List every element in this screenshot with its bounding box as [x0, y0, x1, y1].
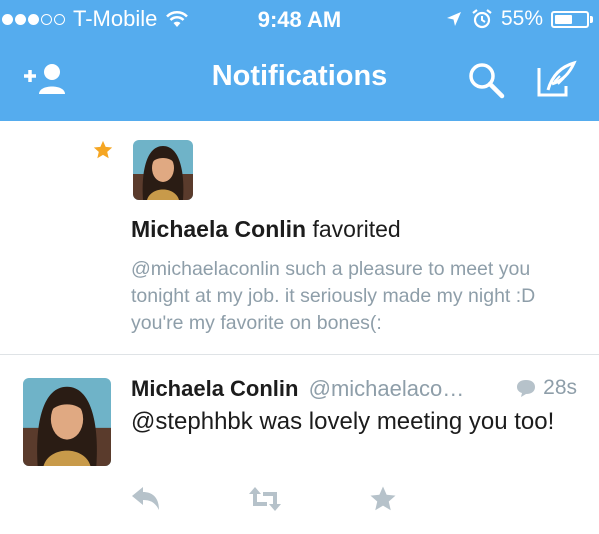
tweet-header: Michaela Conlin @michaelaco…: [131, 376, 581, 402]
favorite-icon[interactable]: [368, 484, 398, 514]
tweet-timestamp: 28s: [543, 376, 577, 399]
tweet-time: 28s: [515, 376, 577, 400]
avatar[interactable]: [133, 140, 193, 200]
search-icon[interactable]: [466, 60, 506, 100]
tweet-user-name[interactable]: Michaela Conlin: [131, 376, 298, 401]
conversation-icon: [517, 380, 536, 397]
favorited-tweet-text[interactable]: @michaelaconlin such a pleasure to meet …: [131, 256, 571, 337]
retweet-icon[interactable]: [247, 484, 283, 514]
status-bar: T-Mobile 9:48 AM 55%: [0, 0, 599, 40]
star-icon: [93, 140, 113, 159]
alarm-icon: [472, 9, 492, 29]
compose-icon[interactable]: [536, 60, 578, 98]
status-right: 55%: [445, 6, 593, 32]
notification-user-name[interactable]: Michaela Conlin: [131, 216, 306, 242]
tweet-handle[interactable]: @michaelaco…: [309, 376, 465, 401]
location-arrow-icon: [446, 12, 461, 26]
battery-percent: 55%: [500, 7, 543, 30]
app-header: T-Mobile 9:48 AM 55% Notifications: [0, 0, 599, 121]
tweet-avatar[interactable]: [23, 378, 111, 466]
notification-action: favorited: [312, 216, 401, 242]
battery-icon: [551, 10, 589, 28]
reply-icon[interactable]: [130, 484, 162, 514]
notification-text: Michaela Conlin favorited: [131, 216, 401, 243]
tweet-text[interactable]: @stephhbk was lovely meeting you too!: [131, 406, 571, 438]
page-title: Notifications: [211, 60, 388, 92]
divider: [0, 354, 599, 355]
